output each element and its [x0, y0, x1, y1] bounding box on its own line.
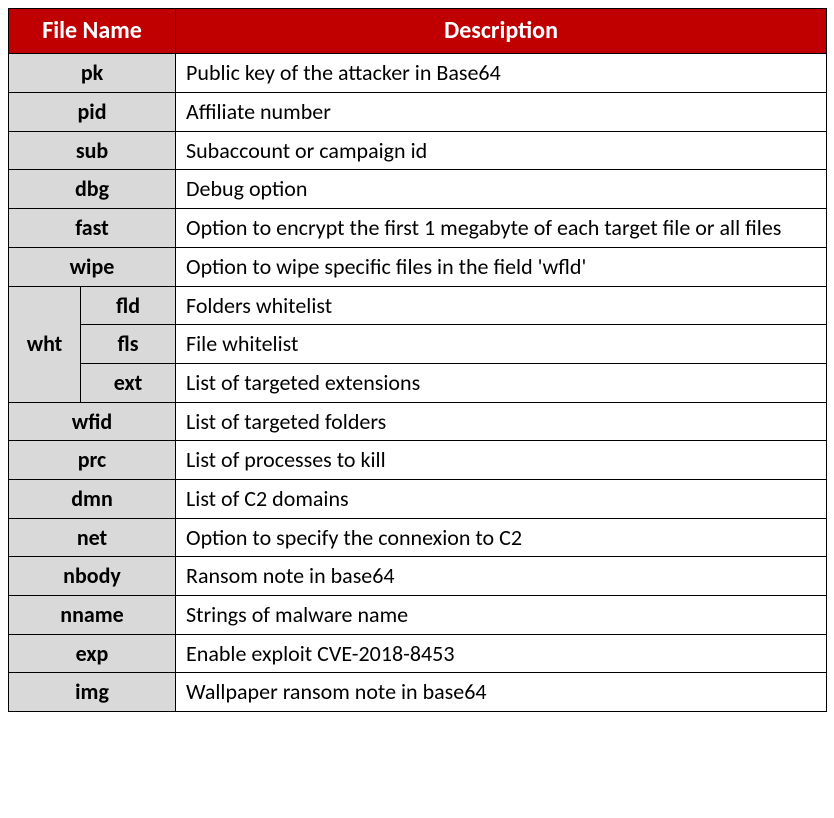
field-desc: Strings of malware name: [176, 596, 827, 635]
field-desc: List of processes to kill: [176, 441, 827, 480]
field-desc: Option to encrypt the first 1 megabyte o…: [176, 209, 827, 248]
table-row: prc List of processes to kill: [9, 441, 827, 480]
table-row: ext List of targeted extensions: [9, 363, 827, 402]
table-row: fast Option to encrypt the first 1 megab…: [9, 209, 827, 248]
field-name: pk: [9, 54, 176, 93]
field-name: pid: [9, 93, 176, 132]
field-desc: List of C2 domains: [176, 479, 827, 518]
table-row: pk Public key of the attacker in Base64: [9, 54, 827, 93]
field-name: wipe: [9, 247, 176, 286]
field-desc: Option to wipe specific files in the fie…: [176, 247, 827, 286]
field-sub-name: ext: [81, 363, 176, 402]
field-desc: Debug option: [176, 170, 827, 209]
table-row: dmn List of C2 domains: [9, 479, 827, 518]
field-name: nbody: [9, 557, 176, 596]
field-name: prc: [9, 441, 176, 480]
field-name: fast: [9, 209, 176, 248]
field-sub-name: fld: [81, 286, 176, 325]
config-fields-table: File Name Description pk Public key of t…: [8, 8, 827, 712]
header-description: Description: [176, 9, 827, 54]
header-file-name: File Name: [9, 9, 176, 54]
field-desc: Public key of the attacker in Base64: [176, 54, 827, 93]
table-row: nname Strings of malware name: [9, 596, 827, 635]
table-row: sub Subaccount or campaign id: [9, 131, 827, 170]
table-row: wfid List of targeted folders: [9, 402, 827, 441]
field-name: dbg: [9, 170, 176, 209]
field-sub-name: fls: [81, 325, 176, 364]
field-name: dmn: [9, 479, 176, 518]
field-name: sub: [9, 131, 176, 170]
field-desc: Wallpaper ransom note in base64: [176, 673, 827, 712]
field-name: net: [9, 518, 176, 557]
field-name: exp: [9, 634, 176, 673]
field-desc: List of targeted folders: [176, 402, 827, 441]
field-desc: List of targeted extensions: [176, 363, 827, 402]
table-row: exp Enable exploit CVE-2018-8453: [9, 634, 827, 673]
table-row: img Wallpaper ransom note in base64: [9, 673, 827, 712]
table-row: wipe Option to wipe specific files in th…: [9, 247, 827, 286]
table-row: pid Affiliate number: [9, 93, 827, 132]
table-row: net Option to specify the connexion to C…: [9, 518, 827, 557]
field-desc: Folders whitelist: [176, 286, 827, 325]
field-desc: Ransom note in base64: [176, 557, 827, 596]
field-name: wfid: [9, 402, 176, 441]
field-desc: Affiliate number: [176, 93, 827, 132]
table-row: nbody Ransom note in base64: [9, 557, 827, 596]
table-row: wht fld Folders whitelist: [9, 286, 827, 325]
table-row: dbg Debug option: [9, 170, 827, 209]
field-desc: Option to specify the connexion to C2: [176, 518, 827, 557]
field-desc: File whitelist: [176, 325, 827, 364]
field-desc: Enable exploit CVE-2018-8453: [176, 634, 827, 673]
field-group-name: wht: [9, 286, 81, 402]
field-desc: Subaccount or campaign id: [176, 131, 827, 170]
table-row: fls File whitelist: [9, 325, 827, 364]
table-header-row: File Name Description: [9, 9, 827, 54]
field-name: img: [9, 673, 176, 712]
field-name: nname: [9, 596, 176, 635]
